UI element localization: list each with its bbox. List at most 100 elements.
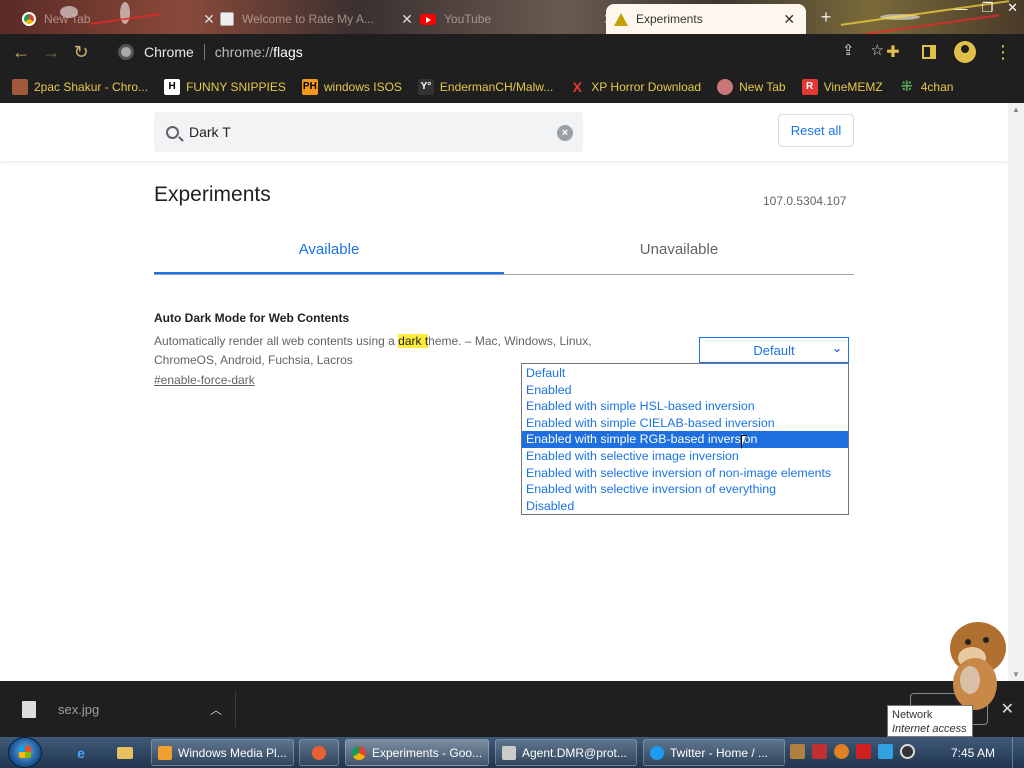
option-selective-non-image[interactable]: Enabled with selective inversion of non-… [522, 465, 848, 482]
windows-logo-icon [19, 746, 31, 758]
bookmark-label: 2pac Shakur - Chro... [34, 79, 149, 94]
back-arrow-icon: ← [12, 41, 30, 62]
start-button[interactable] [8, 737, 42, 768]
menu-button[interactable]: ⋮ [986, 37, 1016, 67]
bookmark-label: XP Horror Download [591, 79, 702, 94]
share-icon[interactable]: ⇪ [842, 41, 855, 59]
profile-button[interactable] [950, 37, 980, 67]
volume-icon[interactable] [900, 744, 915, 759]
page-scrollbar[interactable]: ▲ ▼ [1008, 103, 1024, 681]
new-tab-button[interactable]: + [816, 8, 836, 28]
search-box[interactable]: × [154, 112, 583, 152]
download-shelf: sex.jpg ︿ ✕ [0, 681, 1024, 737]
media-player-icon [158, 745, 172, 760]
puzzle-icon: ✚ [886, 44, 900, 61]
tab-new-tab[interactable]: New Tab ✕ [14, 4, 226, 34]
show-desktop-button[interactable] [1012, 737, 1024, 768]
chrome-icon [352, 745, 366, 760]
reload-button[interactable]: ↻ [66, 37, 96, 67]
version-label: 107.0.5304.107 [763, 194, 847, 208]
taskbar-item-agent[interactable]: Agent.DMR@prot... [495, 739, 637, 766]
forward-arrow-icon: → [42, 41, 60, 62]
search-header: × Reset all [0, 103, 1008, 161]
forward-button[interactable]: → [36, 37, 66, 67]
site-name: Chrome [144, 44, 194, 60]
option-disabled[interactable]: Disabled [522, 498, 848, 515]
bookmark-4chan[interactable]: ⁜ 4chan [899, 78, 954, 95]
tab-title: New Tab [44, 12, 91, 26]
overlay-dog-image [950, 622, 1006, 710]
h-icon: H [164, 78, 181, 95]
scroll-up-icon[interactable]: ▲ [1012, 105, 1020, 114]
reload-icon: ↻ [73, 41, 89, 62]
search-icon [166, 125, 179, 139]
extensions-button[interactable]: ✚ [878, 37, 908, 67]
close-icon[interactable]: ✕ [782, 11, 796, 28]
bookmark-2pac[interactable]: 2pac Shakur - Chro... [12, 78, 149, 95]
bookmark-windows-isos[interactable]: PH windows ISOS [301, 78, 402, 95]
url-scheme: chrome:// [214, 44, 274, 60]
minimize-icon[interactable]: — [954, 1, 967, 16]
option-selective-everything[interactable]: Enabled with selective inversion of ever… [522, 481, 848, 498]
bookmark-xp-horror[interactable]: X XP Horror Download [569, 78, 702, 95]
search-input[interactable] [189, 124, 529, 140]
bookmark-new-tab[interactable]: New Tab [717, 78, 786, 95]
chevron-up-icon[interactable]: ︿ [210, 701, 222, 718]
close-window-icon[interactable]: ✕ [1007, 0, 1018, 16]
flag-icon[interactable] [856, 744, 871, 759]
reset-all-button[interactable]: Reset all [778, 114, 854, 147]
tray-app-icon[interactable] [790, 744, 805, 759]
address-bar[interactable]: Chrome chrome:// flags [108, 38, 886, 66]
flag-anchor-link[interactable]: #enable-force-dark [154, 373, 255, 387]
folder-icon[interactable] [108, 740, 142, 766]
tab-unavailable[interactable]: Unavailable [504, 231, 854, 274]
flags-page: × Reset all Experiments 107.0.5304.107 A… [0, 103, 1008, 681]
network-icon[interactable] [878, 744, 893, 759]
tab-rate-my[interactable]: Welcome to Rate My A... ✕ [212, 4, 424, 34]
flag-options-dropdown: Default Enabled Enabled with simple HSL-… [521, 363, 849, 515]
bookmark-endermanch[interactable]: Y° EndermanCH/Malw... [417, 78, 553, 95]
ph-icon: PH [301, 78, 318, 95]
r-icon: R [801, 78, 818, 95]
option-default[interactable]: Default [522, 365, 848, 382]
app-icon [312, 745, 326, 760]
taskbar-item-media-player[interactable]: Windows Media Pl... [151, 739, 294, 766]
flag-select[interactable]: Default ⌄ [699, 337, 849, 363]
bookmark-funny-snippies[interactable]: H FUNNY SNIPPIES [164, 78, 286, 95]
tray-app-icon[interactable] [834, 744, 849, 759]
option-enabled[interactable]: Enabled [522, 382, 848, 399]
download-item[interactable]: sex.jpg ︿ [16, 691, 236, 727]
twitter-icon [650, 745, 664, 760]
internet-explorer-icon[interactable]: e [64, 740, 98, 766]
chrome-icon [118, 44, 134, 60]
search-match-highlight: dark t [398, 334, 429, 348]
app-window-icon [502, 745, 516, 760]
side-panel-button[interactable] [914, 37, 944, 67]
taskbar-item-chrome[interactable]: Experiments - Goo... [345, 739, 489, 766]
bookmark-label: FUNNY SNIPPIES [186, 79, 286, 94]
restore-icon[interactable]: ❐ [981, 0, 993, 16]
scroll-down-icon[interactable]: ▼ [1012, 670, 1020, 679]
x-icon: X [572, 78, 582, 95]
clear-search-icon[interactable]: × [557, 125, 573, 141]
task-label: Experiments - Goo... [372, 745, 483, 760]
bookmark-vinememz[interactable]: R VineMEMZ [801, 78, 883, 95]
tab-experiments[interactable]: Experiments ✕ [606, 4, 806, 34]
chevron-down-icon: ⌄ [831, 341, 842, 355]
option-selective-image[interactable]: Enabled with selective image inversion [522, 448, 848, 465]
more-vert-icon: ⋮ [994, 42, 1012, 62]
tab-available[interactable]: Available [154, 231, 504, 274]
back-button[interactable]: ← [6, 37, 36, 67]
bookmarks-bar: 2pac Shakur - Chro... H FUNNY SNIPPIES P… [0, 70, 1024, 103]
tab-youtube[interactable]: YouTube ✕ [412, 4, 626, 34]
tray-app-icon[interactable] [812, 744, 827, 759]
taskbar-clock[interactable]: 7:45 AM [951, 746, 995, 760]
task-label: Windows Media Pl... [178, 745, 287, 760]
window-controls: — ❐ ✕ [954, 0, 1018, 16]
option-hsl[interactable]: Enabled with simple HSL-based inversion [522, 398, 848, 415]
option-cielab[interactable]: Enabled with simple CIELAB-based inversi… [522, 415, 848, 432]
taskbar-item-app[interactable] [299, 739, 339, 766]
taskbar-item-twitter[interactable]: Twitter - Home / ... [643, 739, 785, 766]
option-rgb[interactable]: Enabled with simple RGB-based inversion [522, 431, 848, 448]
tooltip-title: Network [892, 709, 933, 721]
